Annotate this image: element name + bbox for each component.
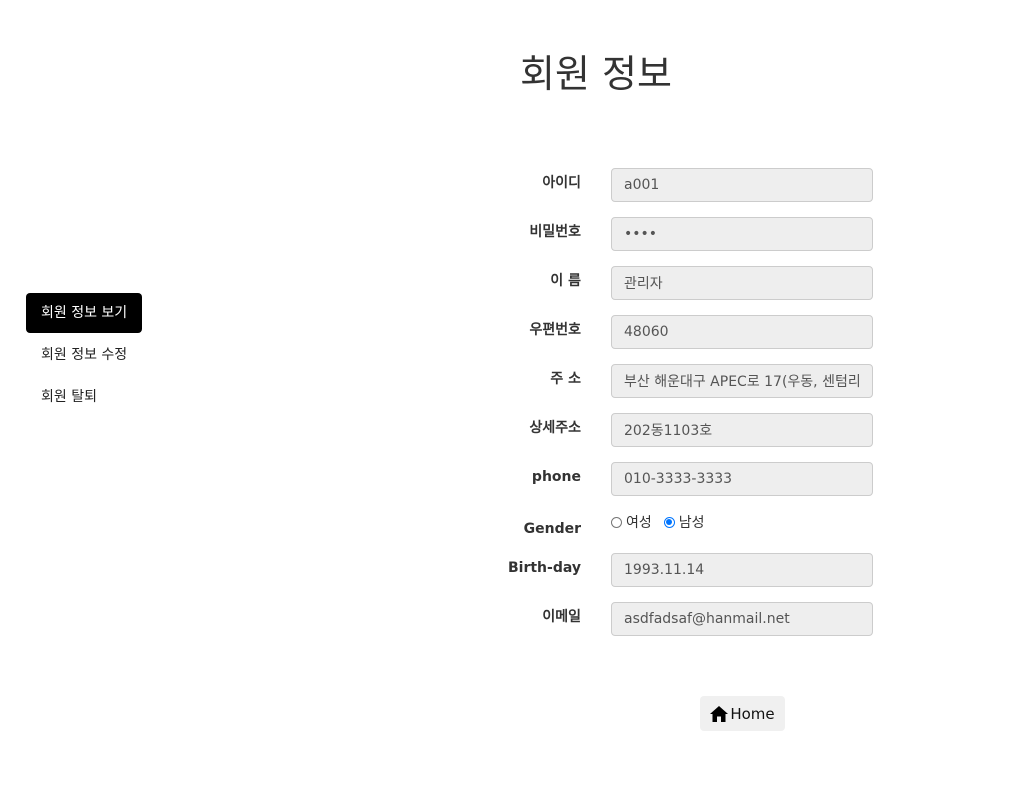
form-row-password: 비밀번호 <box>440 217 880 251</box>
form-row-zipcode: 우편번호 <box>440 315 880 349</box>
sidebar-item-edit-info[interactable]: 회원 정보 수정 <box>26 335 142 375</box>
address-detail-label: 상세주소 <box>529 420 581 436</box>
gender-radio-group: 여성 남성 <box>611 512 717 532</box>
form-row-name: 이 름 <box>440 266 880 300</box>
form-row-address-detail: 상세주소 <box>440 413 880 447</box>
female-radio-label: 여성 <box>626 515 652 531</box>
id-label: 아이디 <box>542 175 581 191</box>
member-info-page: 회원 정보 보기 회원 정보 수정 회원 탈퇴 회원 정보 아이디 비밀번호 이… <box>0 0 1018 795</box>
form-row-phone: phone <box>440 462 880 496</box>
zipcode-field[interactable] <box>611 315 873 349</box>
male-radio[interactable] <box>663 516 675 528</box>
home-button[interactable]: Home <box>700 696 785 731</box>
male-radio-label: 남성 <box>678 515 705 531</box>
phone-label: phone <box>531 469 581 485</box>
email-label: 이메일 <box>542 609 581 625</box>
name-field[interactable] <box>611 266 873 300</box>
form-row-id: 아이디 <box>440 168 880 202</box>
email-field[interactable] <box>611 602 873 636</box>
birthday-label: Birth-day <box>507 560 581 576</box>
phone-field[interactable] <box>611 462 873 496</box>
form-row-email: 이메일 <box>440 602 880 636</box>
sidebar-item-view-info[interactable]: 회원 정보 보기 <box>26 293 143 333</box>
home-icon <box>710 705 729 722</box>
password-label: 비밀번호 <box>529 224 581 240</box>
home-button-label: Home <box>730 704 775 723</box>
password-field[interactable] <box>611 217 873 251</box>
birthday-field[interactable] <box>611 553 873 587</box>
female-radio[interactable] <box>611 516 622 528</box>
page-title: 회원 정보 <box>520 52 672 96</box>
form-row-birthday: Birth-day <box>440 553 880 587</box>
gender-option-female[interactable]: 여성 <box>611 512 652 532</box>
form-row-gender: Gender 여성 남성 <box>440 512 880 542</box>
sidebar-item-withdraw[interactable]: 회원 탈퇴 <box>26 377 112 417</box>
sidebar: 회원 정보 보기 회원 정보 수정 회원 탈퇴 <box>26 293 226 419</box>
form-row-address: 주 소 <box>440 364 880 398</box>
address-label: 주 소 <box>550 371 581 387</box>
address-field[interactable] <box>611 364 873 398</box>
gender-label: Gender <box>523 521 581 537</box>
id-field[interactable] <box>611 168 873 202</box>
name-label: 이 름 <box>550 273 581 289</box>
zipcode-label: 우편번호 <box>529 322 581 338</box>
address-detail-field[interactable] <box>611 413 873 447</box>
gender-option-male[interactable]: 남성 <box>663 512 705 532</box>
